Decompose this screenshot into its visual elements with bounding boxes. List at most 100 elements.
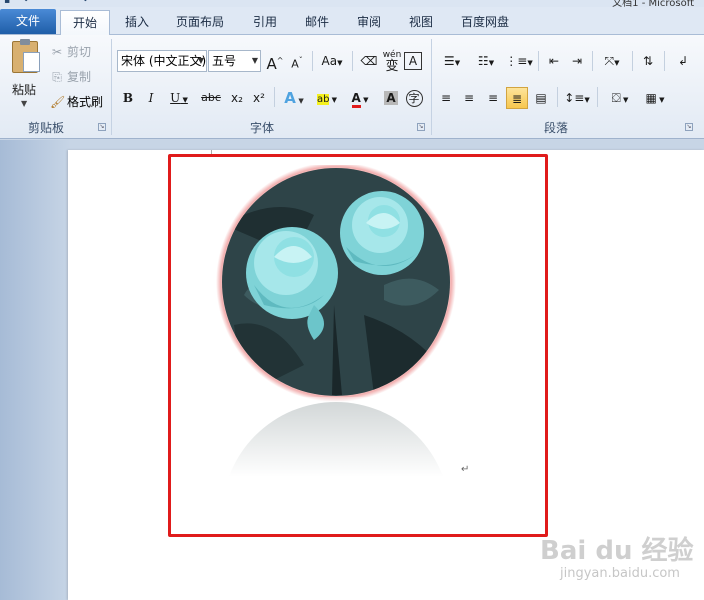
borders-button[interactable]: ▦ ▼	[640, 87, 670, 109]
chinese-layout-button[interactable]: ⤧▼	[597, 50, 627, 72]
clipboard-group-label: 剪贴板	[27, 121, 64, 135]
grow-font-icon: A	[266, 55, 277, 73]
grow-font-button[interactable]: A^	[264, 50, 286, 73]
character-border-icon: A	[408, 54, 418, 68]
paragraph-group-label: 段落	[543, 121, 568, 135]
divider	[597, 87, 598, 107]
distributed-button[interactable]: ▤	[530, 87, 552, 109]
justify-icon: ≣	[511, 92, 523, 106]
font-size-combo[interactable]: 五号 ▼	[208, 50, 261, 72]
paragraph-mark-icon: ↲	[677, 54, 689, 68]
underline-button[interactable]: U ▼	[164, 87, 194, 109]
clear-formatting-icon[interactable]: ⌫	[358, 50, 380, 72]
paragraph-mark: ↵	[461, 464, 470, 475]
increase-indent-button[interactable]: ⇥	[566, 50, 588, 72]
scissors-icon: ✂	[51, 45, 63, 59]
format-painter-label: 格式刷	[67, 95, 104, 109]
justify-button[interactable]: ≣	[506, 87, 528, 109]
text-effects-button[interactable]: A ▼	[279, 87, 309, 109]
multilevel-list-button[interactable]: ⋮≡▼	[504, 50, 534, 72]
paragraph-launcher-icon[interactable]: ↘	[685, 123, 693, 131]
divider	[352, 51, 353, 71]
redo-icon[interactable]: ↷	[80, 0, 88, 6]
show-marks-button[interactable]: ↲	[672, 50, 694, 72]
increase-indent-icon: ⇥	[571, 54, 583, 68]
undo-icon[interactable]: ↶	[24, 0, 32, 6]
multilevel-list-icon: ⋮≡	[505, 54, 528, 68]
selection-highlight-box	[168, 154, 548, 537]
copy-icon: ⎘	[52, 70, 62, 84]
divider	[632, 51, 633, 71]
line-spacing-button[interactable]: ↕≡▼	[562, 87, 592, 109]
enclose-characters-button[interactable]: 字	[403, 87, 425, 109]
align-center-button[interactable]: ≡	[458, 87, 480, 109]
subscript-icon: x₂	[231, 91, 243, 105]
tab-references[interactable]: 引用	[242, 10, 288, 35]
ribbon: 粘贴 ▼ ✂ 剪切 ⎘ 复制 🖌 格式刷 剪贴板 ↘ 宋体 (中文正文) ▼ 五号 ▼…	[0, 35, 704, 139]
tab-insert[interactable]: 插入	[114, 10, 160, 35]
clipboard-launcher-icon[interactable]: ↘	[98, 123, 106, 131]
save-icon[interactable]: ▪	[4, 0, 10, 6]
cut-label: 剪切	[67, 45, 92, 59]
tab-baidu-netdisk[interactable]: 百度网盘	[450, 10, 520, 35]
divider	[557, 87, 558, 107]
tab-view[interactable]: 视图	[398, 10, 444, 35]
text-effects-icon: A	[284, 89, 296, 107]
font-size-value: 五号	[212, 54, 237, 68]
decrease-indent-button[interactable]: ⇤	[543, 50, 565, 72]
italic-button[interactable]: I	[140, 87, 162, 109]
copy-label: 复制	[67, 70, 92, 84]
sort-button[interactable]: ⇅	[637, 50, 659, 72]
line-spacing-icon: ↕≡	[564, 91, 585, 105]
borders-icon: ▦	[645, 91, 657, 105]
format-painter-button[interactable]: 🖌 格式刷	[50, 92, 103, 112]
tab-mailings[interactable]: 邮件	[294, 10, 340, 35]
superscript-button[interactable]: x²	[248, 87, 270, 109]
font-name-combo[interactable]: 宋体 (中文正文) ▼	[117, 50, 207, 72]
align-right-icon: ≡	[487, 91, 499, 105]
paste-button[interactable]: 粘贴 ▼	[4, 39, 44, 115]
numbering-icon: ☷	[477, 54, 489, 68]
align-left-icon: ≡	[440, 91, 452, 105]
group-divider	[431, 39, 432, 135]
align-center-icon: ≡	[463, 91, 475, 105]
change-case-button[interactable]: Aa▼	[318, 50, 346, 72]
cut-button[interactable]: ✂ 剪切	[50, 42, 91, 62]
align-left-button[interactable]: ≡	[435, 87, 457, 109]
tab-file[interactable]: 文件	[0, 9, 56, 34]
bold-icon: B	[122, 91, 134, 105]
chevron-down-icon: ▼	[197, 56, 204, 65]
tab-home[interactable]: 开始	[60, 10, 110, 36]
paste-label: 粘贴	[12, 83, 37, 97]
numbering-button[interactable]: ☷▼	[471, 50, 501, 72]
chevron-down-icon: ▼	[21, 99, 28, 108]
font-launcher-icon[interactable]: ↘	[417, 123, 425, 131]
group-divider	[111, 39, 112, 135]
bold-button[interactable]: B	[117, 87, 139, 109]
font-name-value: 宋体 (中文正文)	[121, 54, 207, 68]
font-color-button[interactable]: A ▼	[345, 87, 375, 109]
highlight-button[interactable]: ab ▼	[311, 87, 343, 109]
subscript-button[interactable]: x₂	[226, 87, 248, 109]
character-border-button[interactable]: A	[404, 52, 422, 70]
decrease-indent-icon: ⇤	[548, 54, 560, 68]
copy-button[interactable]: ⎘ 复制	[50, 67, 91, 87]
strikethrough-icon: abc	[201, 91, 221, 104]
phonetic-guide-button[interactable]: wén 变	[381, 50, 403, 73]
clipboard-icon	[12, 39, 40, 73]
tab-review[interactable]: 审阅	[346, 10, 392, 35]
shading-button[interactable]: ⛋ ▼	[603, 87, 637, 109]
align-right-button[interactable]: ≡	[482, 87, 504, 109]
character-shading-button[interactable]: A	[380, 87, 402, 109]
bullets-button[interactable]: ☰▼	[437, 50, 467, 72]
shrink-font-button[interactable]: Aˇ	[286, 50, 308, 72]
character-shading-icon: A	[384, 91, 398, 105]
tab-page-layout[interactable]: 页面布局	[166, 10, 234, 35]
underline-icon: U	[170, 91, 181, 105]
change-case-icon: Aa	[321, 54, 338, 68]
superscript-icon: x²	[253, 91, 265, 105]
strikethrough-button[interactable]: abc	[198, 87, 224, 109]
highlighter-icon: ab	[316, 94, 330, 105]
watermark-url: jingyan.baidu.com	[560, 566, 680, 581]
divider	[538, 51, 539, 71]
